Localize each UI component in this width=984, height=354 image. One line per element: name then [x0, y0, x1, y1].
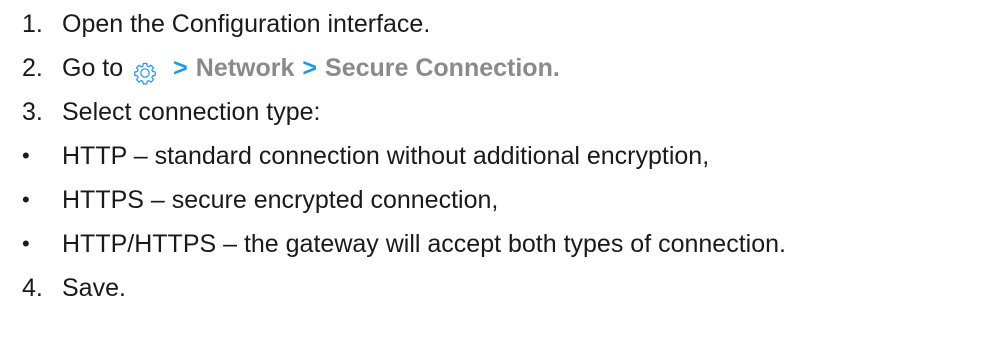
step-number: 2.	[22, 54, 43, 82]
bullet-marker: •	[22, 187, 30, 212]
path-separator: >	[302, 54, 318, 82]
navigation-path: > Network > Secure Connection.	[123, 46, 560, 90]
bullet-text: HTTP/HTTPS – the gateway will accept bot…	[62, 230, 786, 258]
breadcrumb-secure-connection: Secure Connection.	[325, 54, 560, 82]
instruction-list: 1. Open the Configuration interface. 2. …	[0, 0, 984, 354]
bullet-marker: •	[22, 143, 30, 168]
bullet-text: HTTP – standard connection without addit…	[62, 142, 710, 170]
gear-icon	[133, 55, 157, 85]
step-3: 3. Select connection type:	[0, 90, 321, 134]
bullet-https: • HTTPS – secure encrypted connection,	[0, 178, 498, 222]
step-text: Open the Configuration interface.	[62, 10, 431, 38]
step-text: Save.	[62, 274, 126, 302]
step-text: Go to	[62, 54, 124, 82]
step-1: 1. Open the Configuration interface.	[0, 2, 430, 46]
breadcrumb-network: Network	[195, 54, 295, 82]
step-number: 4.	[22, 274, 43, 302]
step-number: 1.	[22, 10, 43, 38]
bullet-marker: •	[22, 231, 30, 256]
bullet-http: • HTTP – standard connection without add…	[0, 134, 709, 178]
step-4: 4. Save.	[0, 266, 126, 310]
step-2: 2. Go to > Network > Secure Connection.	[0, 46, 560, 90]
step-text: Select connection type:	[62, 98, 321, 126]
bullet-http-https: • HTTP/HTTPS – the gateway will accept b…	[0, 222, 786, 266]
path-separator: >	[173, 54, 188, 82]
step-number: 3.	[22, 98, 43, 126]
bullet-text: HTTPS – secure encrypted connection,	[62, 186, 499, 214]
